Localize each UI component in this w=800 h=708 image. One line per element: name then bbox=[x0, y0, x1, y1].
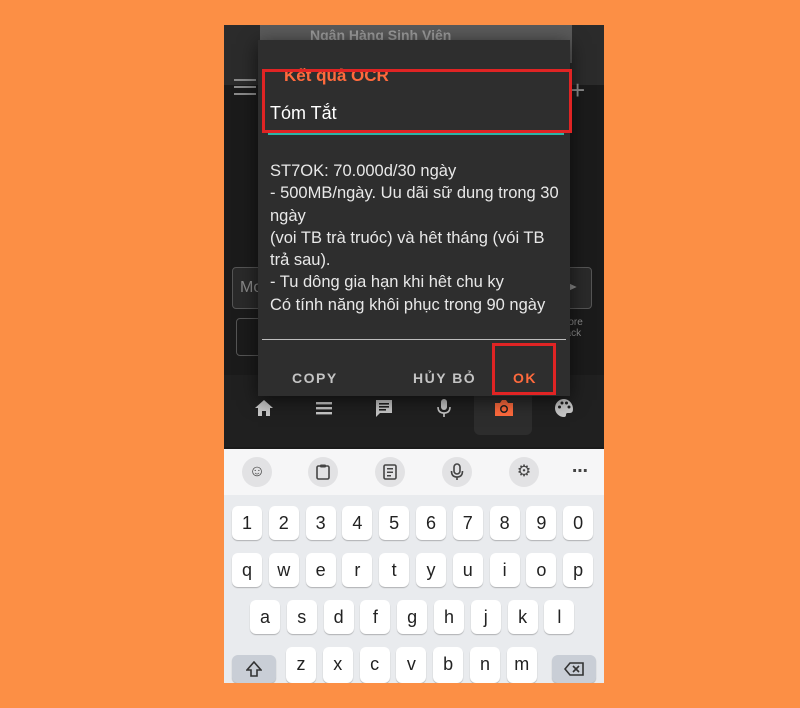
key-x[interactable]: x bbox=[322, 647, 353, 683]
keyboard-microphone-icon[interactable] bbox=[442, 457, 472, 487]
ok-button-highlight bbox=[492, 343, 556, 395]
shift-key[interactable] bbox=[232, 655, 276, 683]
key-d[interactable]: d bbox=[323, 600, 354, 634]
key-1[interactable]: 1 bbox=[232, 506, 262, 540]
key-7[interactable]: 7 bbox=[452, 506, 483, 540]
list-icon[interactable] bbox=[309, 398, 339, 424]
key-0[interactable]: 0 bbox=[563, 506, 594, 540]
plus-icon[interactable]: + bbox=[570, 75, 585, 106]
key-l[interactable]: l bbox=[544, 600, 575, 634]
key-w[interactable]: w bbox=[268, 553, 299, 587]
clipboard-icon[interactable] bbox=[308, 457, 338, 487]
key-z[interactable]: z bbox=[286, 647, 316, 683]
key-v[interactable]: v bbox=[396, 647, 427, 683]
chat-icon[interactable] bbox=[369, 398, 399, 424]
key-b[interactable]: b bbox=[433, 647, 464, 683]
key-8[interactable]: 8 bbox=[489, 506, 520, 540]
key-6[interactable]: 6 bbox=[416, 506, 446, 540]
key-m[interactable]: m bbox=[506, 647, 537, 683]
copy-button[interactable]: COPY bbox=[292, 370, 338, 386]
camera-icon[interactable] bbox=[489, 398, 519, 424]
key-j[interactable]: j bbox=[470, 600, 501, 634]
key-4[interactable]: 4 bbox=[342, 506, 373, 540]
key-2[interactable]: 2 bbox=[268, 506, 299, 540]
ocr-result-dialog: Kết quả OCR ST7OK: 70.000d/30 ngày - 500… bbox=[258, 40, 572, 396]
cancel-button[interactable]: HỦY BỎ bbox=[413, 370, 476, 386]
key-t[interactable]: t bbox=[379, 553, 410, 587]
palette-icon[interactable] bbox=[549, 398, 579, 424]
phone-screen: Ngân Hàng Sinh Viên + Mo ➤ more back Kết… bbox=[224, 25, 604, 683]
key-r[interactable]: r bbox=[342, 553, 373, 587]
settings-icon[interactable]: ⚙ bbox=[509, 457, 539, 487]
home-icon[interactable] bbox=[249, 398, 279, 424]
more-icon[interactable]: ⋯ bbox=[565, 457, 595, 487]
key-a[interactable]: a bbox=[250, 600, 280, 634]
key-k[interactable]: k bbox=[507, 600, 538, 634]
key-n[interactable]: n bbox=[470, 647, 500, 683]
key-q[interactable]: q bbox=[232, 553, 262, 587]
key-5[interactable]: 5 bbox=[379, 506, 410, 540]
ocr-text-area[interactable]: ST7OK: 70.000d/30 ngày - 500MB/ngày. Uu … bbox=[270, 160, 560, 316]
key-3[interactable]: 3 bbox=[305, 506, 336, 540]
sticker-icon[interactable] bbox=[375, 457, 405, 487]
key-f[interactable]: f bbox=[360, 600, 391, 634]
key-s[interactable]: s bbox=[286, 600, 317, 634]
key-h[interactable]: h bbox=[434, 600, 464, 634]
keyboard-toolbar: ☺ ⚙ ⋯ bbox=[224, 449, 604, 495]
menu-icon[interactable] bbox=[234, 79, 256, 100]
key-g[interactable]: g bbox=[397, 600, 428, 634]
microphone-icon[interactable] bbox=[429, 398, 459, 424]
title-input-underline bbox=[268, 133, 564, 135]
key-9[interactable]: 9 bbox=[526, 506, 557, 540]
key-e[interactable]: e bbox=[305, 553, 336, 587]
key-u[interactable]: u bbox=[452, 553, 483, 587]
title-input-highlight bbox=[262, 69, 572, 133]
backspace-key[interactable] bbox=[552, 655, 596, 683]
key-c[interactable]: c bbox=[359, 647, 390, 683]
key-y[interactable]: y bbox=[416, 553, 446, 587]
key-o[interactable]: o bbox=[526, 553, 557, 587]
ocr-text-underline bbox=[262, 339, 566, 340]
key-p[interactable]: p bbox=[563, 553, 594, 587]
soft-keyboard: ☺ ⚙ ⋯ 1234567890 qwertyuiop asdfghjkl zxcvb… bbox=[224, 449, 604, 683]
emoji-icon[interactable]: ☺ bbox=[242, 457, 272, 487]
key-i[interactable]: i bbox=[489, 553, 520, 587]
